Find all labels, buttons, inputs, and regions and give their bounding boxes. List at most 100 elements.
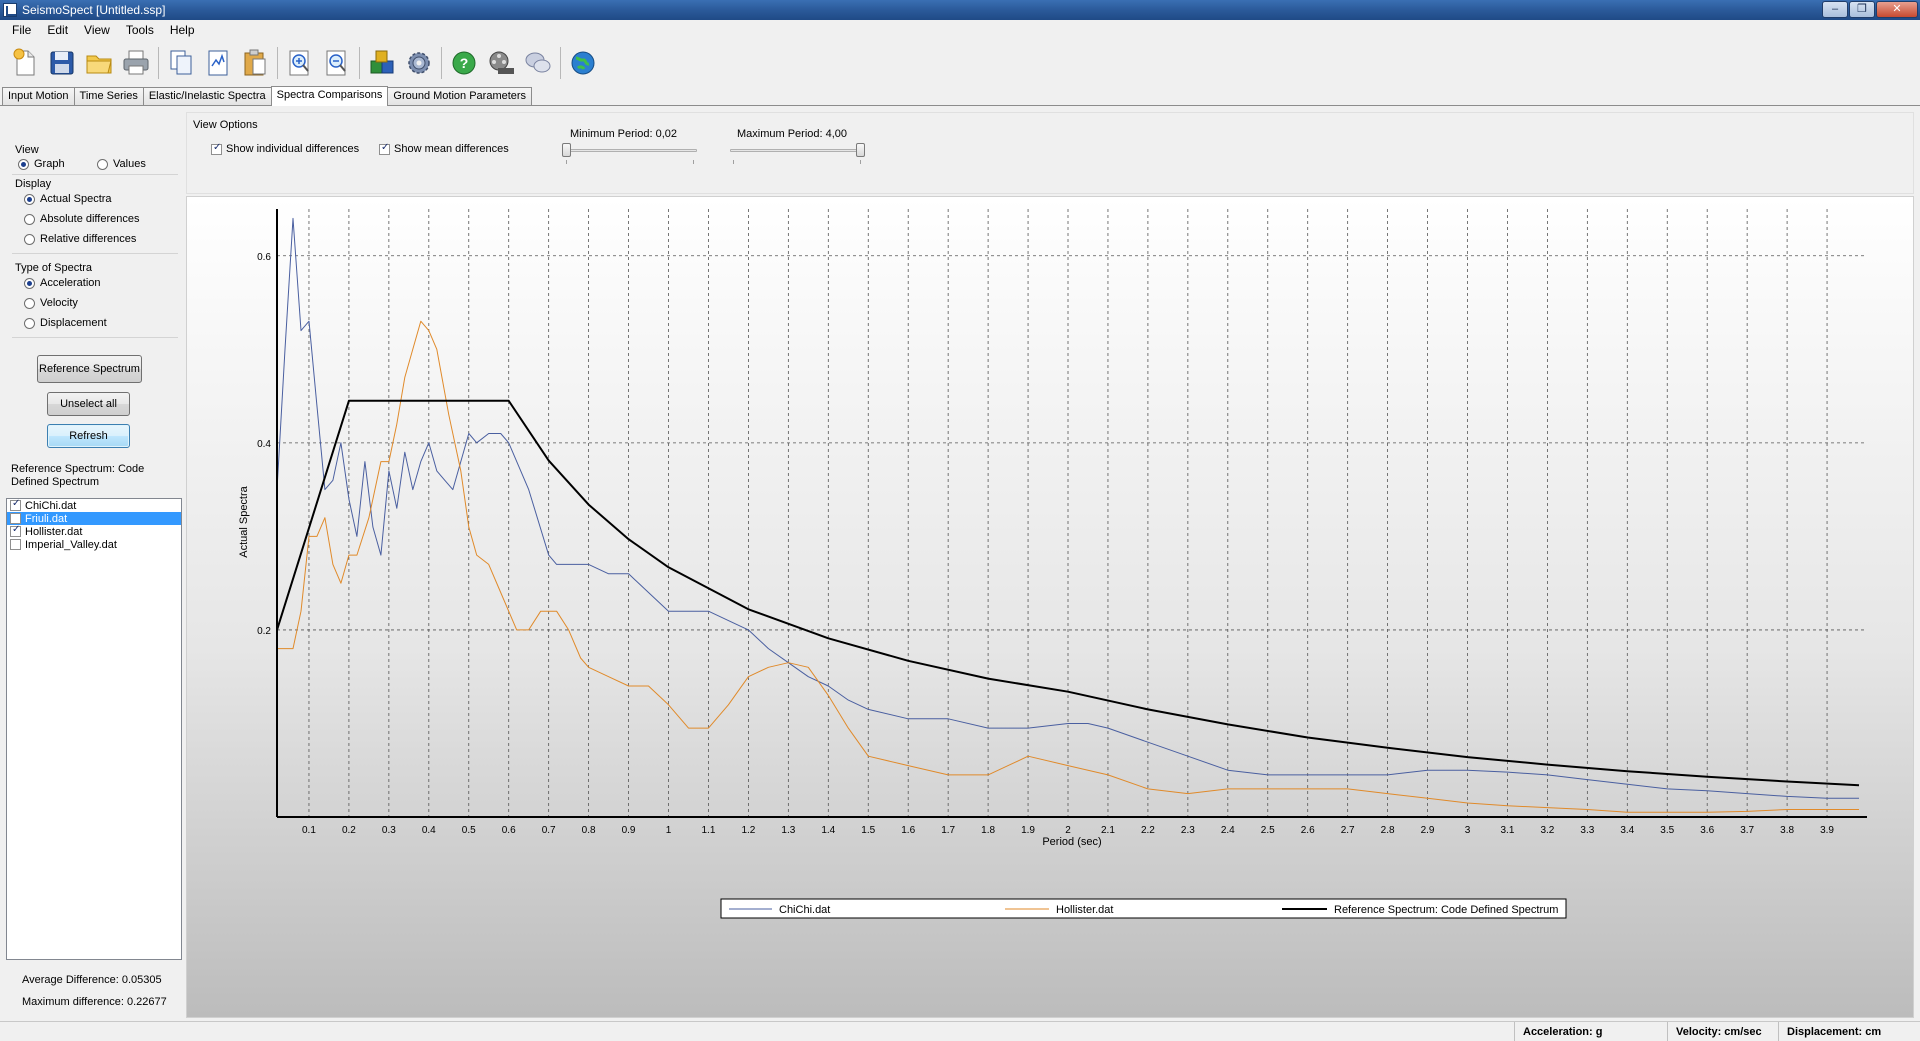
file-checkbox[interactable] — [10, 498, 21, 511]
tab-spectra-comparisons[interactable]: Spectra Comparisons — [270, 86, 389, 106]
file-checkbox[interactable] — [10, 539, 21, 550]
x-tick-label: 0.1 — [302, 825, 316, 836]
radio-graph[interactable]: Graph — [18, 158, 65, 170]
status-bar: Acceleration: g Velocity: cm/sec Displac… — [0, 1021, 1920, 1041]
legend-label-reference: Reference Spectrum: Code Defined Spectru… — [1334, 904, 1558, 916]
radio-values[interactable]: Values — [97, 158, 146, 170]
list-item[interactable]: ChiChi.dat — [7, 498, 181, 512]
divider — [12, 174, 178, 175]
radio-absolute-indicator[interactable] — [24, 213, 35, 225]
minimize-button[interactable]: – — [1822, 1, 1848, 18]
x-tick-label: 1.6 — [901, 825, 915, 836]
radio-actual-indicator[interactable] — [24, 193, 35, 205]
help-icon[interactable]: ? — [447, 45, 481, 81]
show-individual-differences[interactable]: Show individual differences — [211, 142, 359, 155]
file-checkbox[interactable] — [10, 524, 21, 537]
x-tick-label: 2 — [1065, 825, 1071, 836]
open-folder-icon[interactable] — [82, 45, 116, 81]
menu-tools[interactable]: Tools — [118, 21, 162, 39]
tab-ground-motion-parameters[interactable]: Ground Motion Parameters — [387, 87, 533, 105]
clipboard-icon[interactable] — [238, 45, 272, 81]
save-icon[interactable] — [45, 45, 79, 81]
file-checkbox[interactable] — [10, 513, 21, 524]
spectra-chart[interactable]: 0.1 0.2 0.3 0.4 0.5 0.6 0.7 0.8 0.9 1 1.1 1.2 1.3 1.4… — [186, 196, 1914, 1018]
show-individual-checkbox[interactable] — [211, 142, 222, 155]
toolbar-separator — [277, 47, 278, 79]
x-tick-label: 0.3 — [382, 825, 396, 836]
radio-acceleration-indicator[interactable] — [24, 277, 35, 289]
maximum-difference: Maximum difference: 0.22677 — [22, 996, 167, 1008]
x-tick-label: 1.5 — [861, 825, 875, 836]
x-tick-label: 2.2 — [1141, 825, 1155, 836]
list-item[interactable]: Friuli.dat — [7, 512, 181, 525]
x-tick-label: 0.2 — [342, 825, 356, 836]
maximize-button[interactable]: ❐ — [1849, 1, 1875, 18]
show-mean-label: Show mean differences — [394, 143, 509, 155]
tab-input-motion[interactable]: Input Motion — [2, 87, 75, 105]
menu-view[interactable]: View — [76, 21, 118, 39]
reference-spectrum-button[interactable]: Reference Spectrum — [37, 355, 142, 383]
divider — [12, 337, 178, 338]
max-period-slider-thumb[interactable] — [856, 143, 865, 157]
film-reel-icon[interactable] — [484, 45, 518, 81]
tab-elastic-inelastic-spectra[interactable]: Elastic/Inelastic Spectra — [142, 87, 272, 105]
list-item[interactable]: Hollister.dat — [7, 524, 181, 538]
min-period-slider-thumb[interactable] — [562, 143, 571, 157]
new-file-icon[interactable] — [8, 45, 42, 81]
radio-values-indicator[interactable] — [97, 158, 108, 170]
y-tick-label: 0.6 — [257, 252, 271, 263]
app-logo-icon — [3, 3, 17, 17]
file-list[interactable]: ChiChi.dat Friuli.dat Hollister.dat Impe… — [6, 498, 182, 960]
list-item[interactable]: Imperial_Valley.dat — [7, 538, 181, 551]
min-period-slider-track[interactable] — [563, 149, 697, 152]
print-icon[interactable] — [119, 45, 153, 81]
chart-legend: ChiChi.dat Hollister.dat Reference Spect… — [720, 898, 1567, 919]
x-tick-label: 3 — [1465, 825, 1471, 836]
close-button[interactable]: ✕ — [1876, 1, 1918, 18]
globe-icon[interactable] — [566, 45, 600, 81]
zoom-in-icon[interactable] — [283, 45, 317, 81]
menu-edit[interactable]: Edit — [39, 21, 76, 39]
x-tick-label: 3.5 — [1660, 825, 1674, 836]
slider-tick — [733, 160, 734, 164]
menu-bar: File Edit View Tools Help — [0, 20, 1920, 40]
legend-label-hollister: Hollister.dat — [1056, 904, 1113, 916]
show-mean-checkbox[interactable] — [379, 142, 390, 155]
radio-displacement[interactable]: Displacement — [24, 317, 107, 329]
radio-relative-differences[interactable]: Relative differences — [24, 233, 136, 245]
status-displacement-unit: Displacement: cm — [1778, 1022, 1920, 1041]
package-icon[interactable] — [365, 45, 399, 81]
paste-chart-icon[interactable] — [201, 45, 235, 81]
tab-bar: Input Motion Time Series Elastic/Inelast… — [0, 86, 1920, 106]
settings-gear-icon[interactable] — [402, 45, 436, 81]
x-tick-label: 2.8 — [1381, 825, 1395, 836]
unselect-all-button[interactable]: Unselect all — [47, 392, 130, 416]
show-mean-differences[interactable]: Show mean differences — [379, 142, 509, 155]
x-tick-label: 1 — [666, 825, 672, 836]
x-tick-label: 1.7 — [941, 825, 955, 836]
menu-help[interactable]: Help — [162, 21, 203, 39]
radio-relative-indicator[interactable] — [24, 233, 35, 245]
zoom-out-icon[interactable] — [320, 45, 354, 81]
radio-acceleration[interactable]: Acceleration — [24, 277, 101, 289]
menu-file[interactable]: File — [4, 21, 39, 39]
refresh-button[interactable]: Refresh — [47, 424, 130, 448]
tab-time-series[interactable]: Time Series — [73, 87, 144, 105]
radio-velocity[interactable]: Velocity — [24, 297, 78, 309]
radio-velocity-indicator[interactable] — [24, 297, 35, 309]
radio-acceleration-label: Acceleration — [40, 277, 101, 289]
radio-actual-spectra[interactable]: Actual Spectra — [24, 193, 112, 205]
x-tick-label: 3.1 — [1500, 825, 1514, 836]
radio-absolute-differences[interactable]: Absolute differences — [24, 213, 139, 225]
copy-icon[interactable] — [164, 45, 198, 81]
x-tick-label: 0.7 — [542, 825, 556, 836]
tab-content: View Graph Values Display Actual Spectra… — [0, 106, 1920, 1021]
max-period-slider-track[interactable] — [730, 149, 864, 152]
status-velocity-unit: Velocity: cm/sec — [1667, 1022, 1778, 1041]
x-tick-label: 3.9 — [1820, 825, 1834, 836]
x-axis-label: Period (sec) — [1042, 836, 1101, 848]
window-controls: – ❐ ✕ — [1822, 1, 1918, 18]
radio-graph-indicator[interactable] — [18, 158, 29, 170]
chat-icon[interactable] — [521, 45, 555, 81]
radio-displacement-indicator[interactable] — [24, 317, 35, 329]
